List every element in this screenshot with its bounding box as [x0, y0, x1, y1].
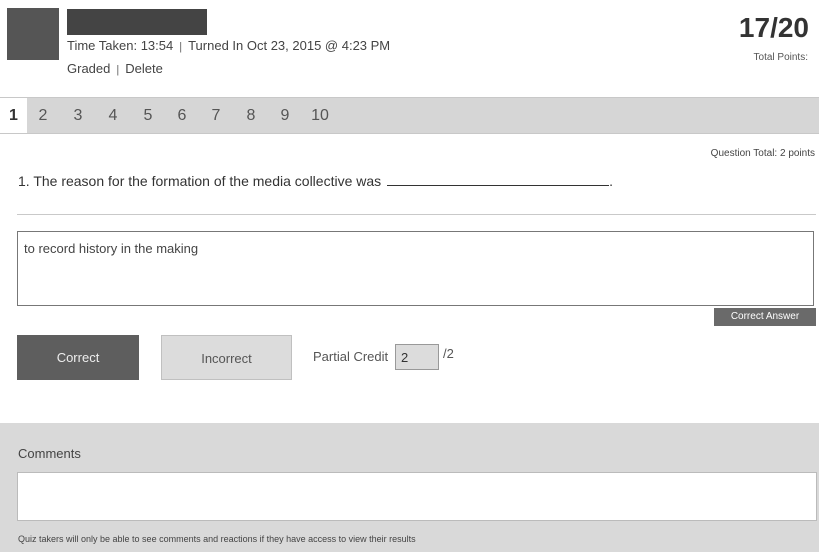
- total-points-label: Total Points:: [753, 52, 808, 63]
- tab-question-3[interactable]: 3: [67, 98, 89, 133]
- meta-separator: |: [179, 41, 183, 53]
- divider: [17, 214, 816, 215]
- comments-field[interactable]: [17, 472, 817, 521]
- partial-credit-input[interactable]: [395, 344, 439, 370]
- turned-in-date: Turned In Oct 23, 2015 @ 4:23 PM: [188, 38, 391, 53]
- submission-actions: Graded | Delete: [67, 61, 163, 76]
- tab-question-10[interactable]: 10: [306, 98, 334, 133]
- correct-button[interactable]: Correct: [17, 335, 139, 380]
- incorrect-button[interactable]: Incorrect: [161, 335, 292, 380]
- tab-question-2[interactable]: 2: [32, 98, 54, 133]
- question-tabs: 1 2 3 4 5 6 7 8 9 10: [0, 97, 819, 134]
- partial-credit-label: Partial Credit: [313, 349, 389, 364]
- question-end-punctuation: .: [609, 173, 614, 189]
- tab-question-9[interactable]: 9: [274, 98, 296, 133]
- question-total: Question Total: 2 points: [710, 148, 815, 159]
- partial-credit-max: /2: [443, 346, 454, 361]
- question-text: 1. The reason for the formation of the m…: [18, 173, 613, 189]
- tab-question-1[interactable]: 1: [0, 98, 27, 133]
- delete-link[interactable]: Delete: [125, 61, 163, 76]
- submission-meta: Time Taken: 13:54 | Turned In Oct 23, 2015…: [67, 38, 390, 53]
- comments-label: Comments: [18, 446, 81, 461]
- question-prompt: 1. The reason for the formation of the m…: [18, 173, 382, 189]
- tab-question-5[interactable]: 5: [137, 98, 159, 133]
- redacted-student-name: [67, 9, 207, 35]
- total-score: 17/20: [738, 12, 809, 43]
- tab-question-6[interactable]: 6: [171, 98, 193, 133]
- answer-blank: [387, 173, 610, 186]
- avatar: [7, 8, 59, 60]
- actions-separator: |: [116, 64, 120, 76]
- comments-visibility-note: Quiz takers will only be able to see com…: [18, 534, 416, 544]
- tab-question-8[interactable]: 8: [240, 98, 262, 133]
- time-taken: Time Taken: 13:54: [67, 38, 174, 53]
- student-answer-text: to record history in the making: [24, 241, 199, 256]
- graded-link[interactable]: Graded: [67, 61, 110, 76]
- tab-question-7[interactable]: 7: [205, 98, 227, 133]
- correct-answer-badge[interactable]: Correct Answer: [714, 308, 816, 326]
- tab-question-4[interactable]: 4: [102, 98, 124, 133]
